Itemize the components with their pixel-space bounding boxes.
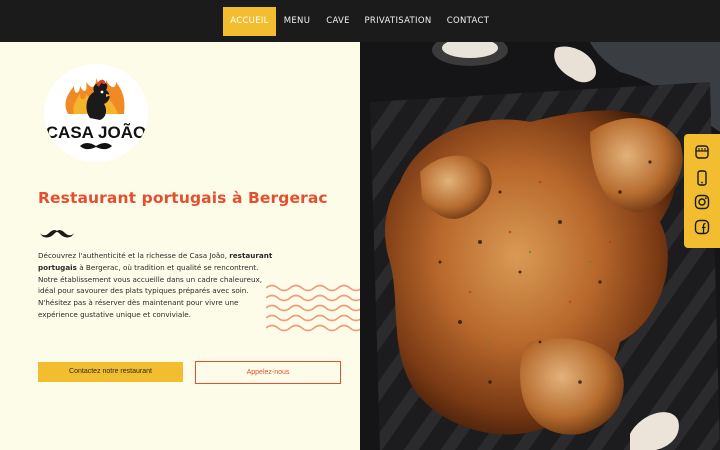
mustache-icon <box>38 226 76 245</box>
intro-paragraph-2: Notre établissement vous accueille dans … <box>38 274 263 296</box>
nav-item-accueil[interactable]: ACCUEIL <box>223 7 276 36</box>
nav-item-contact[interactable]: CONTACT <box>442 7 494 36</box>
social-sidebar <box>684 134 720 248</box>
phone-icon[interactable] <box>694 170 710 186</box>
top-navbar: ACCUEIL MENU CAVE PRIVATISATION CONTACT <box>0 0 720 42</box>
call-us-button[interactable]: Appelez-nous <box>195 361 341 384</box>
wave-decoration <box>265 282 363 338</box>
intro-paragraph-1: Découvrez l'authenticité et la richesse … <box>38 251 273 272</box>
intro-description: Découvrez l'authenticité et la richesse … <box>38 250 273 321</box>
facebook-icon[interactable] <box>694 219 710 235</box>
nav-item-cave[interactable]: CAVE <box>322 7 354 36</box>
contact-restaurant-button[interactable]: Contactez notre restaurant <box>38 362 183 382</box>
storefront-icon[interactable] <box>694 144 710 160</box>
logo-text-casa-joao: CASA JOÃO <box>46 122 146 142</box>
intro-paragraph-3: N'hésitez pas à réserver dès maintenant … <box>38 298 239 319</box>
page-title: Restaurant portugais à Bergerac <box>38 189 328 207</box>
casa-joao-logo[interactable]: CASA JOÃO <box>44 64 148 162</box>
nav-item-privatisation[interactable]: PRIVATISATION <box>362 7 434 36</box>
hero-image-grilled-chicken <box>360 42 720 450</box>
nav-item-menu[interactable]: MENU <box>281 7 313 36</box>
instagram-icon[interactable] <box>694 194 710 210</box>
